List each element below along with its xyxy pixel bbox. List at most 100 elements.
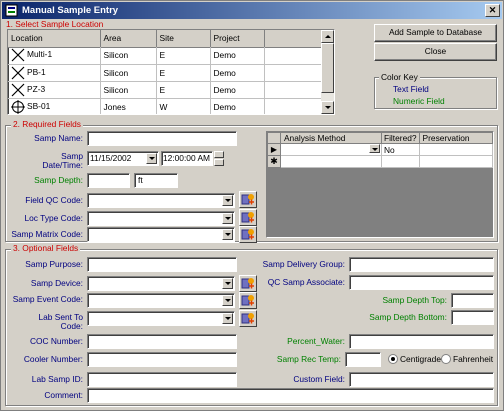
filler-cell	[264, 64, 322, 82]
samp-matrix-lookup-button[interactable]	[239, 226, 257, 243]
fahrenheit-label: Fahrenheit	[453, 354, 494, 364]
samp-depth-top-label: Samp Depth Top:	[382, 295, 447, 305]
scroll-down-icon[interactable]	[321, 101, 334, 114]
location-table[interactable]: Location Area Site Project Multi-1 Silico…	[7, 29, 335, 115]
col-project[interactable]: Project	[210, 30, 265, 48]
scroll-thumb[interactable]	[321, 43, 334, 93]
time-spinner[interactable]	[214, 151, 224, 166]
samp-matrix-code-label: Samp Matrix Code:	[11, 229, 83, 239]
col-site[interactable]: Site	[156, 30, 211, 48]
lab-sent-to-combo[interactable]	[87, 311, 235, 326]
chevron-down-icon[interactable]	[222, 229, 233, 240]
coc-number-label: COC Number:	[29, 336, 83, 346]
samp-name-input[interactable]	[87, 131, 237, 146]
samp-event-code-combo[interactable]	[87, 293, 235, 308]
location-cell[interactable]: PB-1	[8, 64, 101, 82]
cooler-number-input[interactable]	[87, 352, 237, 367]
samp-depth-input[interactable]	[87, 173, 130, 188]
samp-date-picker[interactable]: 11/15/2002	[87, 151, 159, 166]
location-area-cell[interactable]: Jones	[100, 98, 157, 114]
location-project-cell[interactable]: Demo	[210, 81, 265, 99]
location-cell[interactable]: SB-01	[8, 98, 101, 114]
preservation-cell[interactable]	[418, 143, 494, 156]
location-project-cell[interactable]: Demo	[210, 98, 265, 114]
close-button[interactable]: Close	[374, 43, 497, 61]
analysis-method-cell[interactable]	[279, 143, 382, 156]
loc-type-lookup-button[interactable]	[239, 209, 257, 226]
location-area-cell[interactable]: Silicon	[100, 64, 157, 82]
samp-delivery-group-input[interactable]	[349, 257, 494, 272]
chevron-down-icon[interactable]	[222, 213, 233, 224]
centigrade-radio[interactable]	[388, 354, 398, 364]
lab-sent-to-lookup-button[interactable]	[239, 310, 257, 327]
location-site-cell[interactable]: E	[156, 47, 211, 65]
add-sample-button[interactable]: Add Sample to Database	[374, 24, 497, 42]
comment-input[interactable]	[87, 388, 494, 403]
location-site-cell[interactable]: E	[156, 64, 211, 82]
new-method-cell[interactable]	[279, 155, 382, 168]
samp-depth-top-input[interactable]	[451, 293, 494, 308]
analysis-grid-row[interactable]: ▶ No	[267, 143, 494, 156]
location-cell[interactable]: PZ-3	[8, 81, 101, 99]
filtered-cell[interactable]: No	[380, 143, 420, 156]
location-table-scrollbar[interactable]	[321, 30, 334, 114]
scroll-up-icon[interactable]	[321, 30, 334, 43]
location-row[interactable]: SB-01 Jones W Demo	[8, 98, 322, 114]
fahrenheit-radio[interactable]	[441, 354, 451, 364]
lookup-icon	[241, 313, 254, 324]
row-header-corner	[267, 132, 281, 144]
spin-up-icon[interactable]	[214, 151, 224, 158]
x-marker-icon	[11, 83, 25, 96]
date-dropdown-icon[interactable]	[146, 153, 157, 164]
col-analysis-method[interactable]: Analysis Method	[279, 132, 382, 144]
spin-down-icon[interactable]	[214, 159, 224, 166]
location-name: Multi-1	[27, 49, 53, 60]
location-area-cell[interactable]: Silicon	[100, 47, 157, 65]
location-cell[interactable]: Multi-1	[8, 47, 101, 65]
col-area[interactable]: Area	[100, 30, 157, 48]
field-qc-lookup-button[interactable]	[239, 191, 257, 208]
samp-time-input[interactable]: 12:00:00 AM	[161, 151, 213, 166]
samp-device-combo[interactable]	[87, 276, 235, 291]
custom-field-input[interactable]	[349, 372, 494, 387]
close-window-button[interactable]: ✕	[485, 4, 500, 17]
samp-event-lookup-button[interactable]	[239, 292, 257, 309]
field-qc-code-combo[interactable]	[87, 193, 235, 208]
app-icon	[5, 4, 18, 17]
loc-type-code-combo[interactable]	[87, 211, 235, 226]
samp-purpose-input[interactable]	[87, 257, 237, 272]
location-row[interactable]: Multi-1 Silicon E Demo	[8, 47, 322, 65]
chevron-down-icon[interactable]	[222, 278, 233, 289]
chevron-down-icon[interactable]	[368, 144, 380, 153]
col-location[interactable]: Location	[8, 30, 101, 48]
col-preservation[interactable]: Preservation	[418, 132, 494, 144]
location-row[interactable]: PZ-3 Silicon E Demo	[8, 81, 322, 99]
location-name: SB-01	[27, 100, 51, 111]
lab-samp-id-input[interactable]	[87, 372, 237, 387]
qc-samp-associate-input[interactable]	[349, 275, 494, 290]
samp-rec-temp-input[interactable]	[345, 352, 381, 367]
samp-depth-bottom-input[interactable]	[451, 310, 494, 325]
samp-matrix-code-combo[interactable]	[87, 227, 235, 242]
samp-delivery-group-label: Samp Delivery Group:	[262, 259, 345, 269]
chevron-down-icon[interactable]	[222, 195, 233, 206]
coc-number-input[interactable]	[87, 334, 237, 349]
analysis-grid[interactable]: Analysis Method Filtered? Preservation ▶…	[266, 131, 494, 238]
location-row[interactable]: PB-1 Silicon E Demo	[8, 64, 322, 82]
new-filtered-cell[interactable]	[380, 155, 420, 168]
cooler-number-label: Cooler Number:	[23, 354, 83, 364]
percent-water-input[interactable]	[349, 334, 494, 349]
samp-depth-unit-input[interactable]: ft	[134, 173, 178, 188]
location-site-cell[interactable]: W	[156, 98, 211, 114]
new-preservation-cell[interactable]	[418, 155, 494, 168]
location-project-cell[interactable]: Demo	[210, 64, 265, 82]
col-filtered[interactable]: Filtered?	[380, 132, 420, 144]
chevron-down-icon[interactable]	[222, 295, 233, 306]
analysis-grid-new-row[interactable]: ✱	[267, 155, 494, 168]
location-project-cell[interactable]: Demo	[210, 47, 265, 65]
location-site-cell[interactable]: E	[156, 81, 211, 99]
analysis-method-combo[interactable]	[280, 144, 381, 155]
location-area-cell[interactable]: Silicon	[100, 81, 157, 99]
custom-field-label: Custom Field:	[293, 374, 345, 384]
chevron-down-icon[interactable]	[222, 313, 233, 324]
